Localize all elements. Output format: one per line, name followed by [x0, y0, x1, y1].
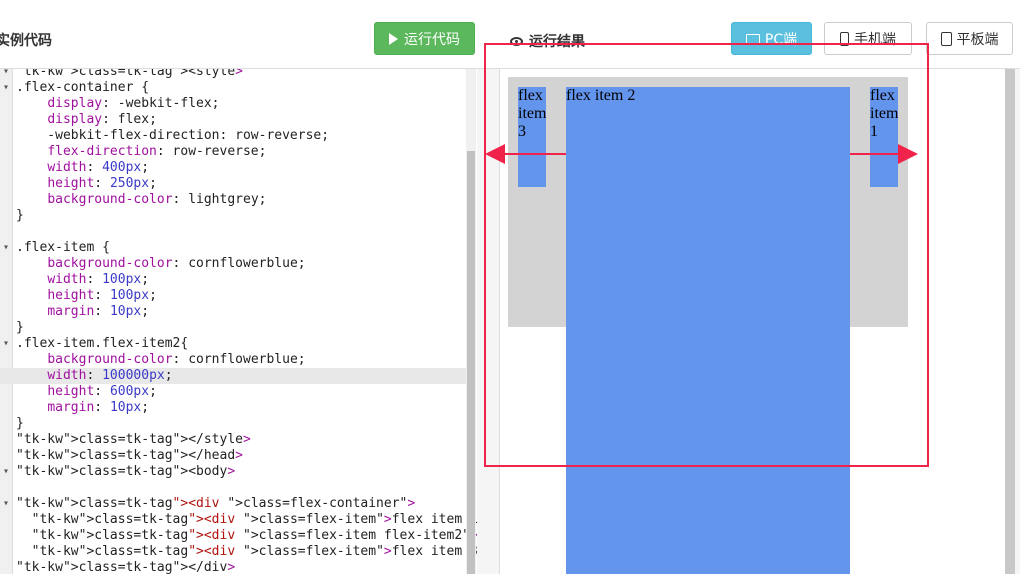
- pc-view-button[interactable]: PC端: [731, 22, 812, 55]
- code-line-text: background-color: cornflowerblue;: [47, 352, 306, 367]
- code-line[interactable]: ▾ .flex-container {: [0, 80, 466, 96]
- code-line-text: height: 100px;: [47, 288, 157, 303]
- eye-icon: [510, 36, 523, 46]
- code-line[interactable]: height: 250px;: [0, 176, 466, 192]
- code-line-text: }: [16, 320, 24, 335]
- code-line[interactable]: ▾ .flex-item {: [0, 240, 466, 256]
- flex-item-2: flex item 2: [566, 87, 850, 574]
- code-line-text: background-color: lightgrey;: [47, 192, 267, 207]
- code-line[interactable]: width: 400px;: [0, 160, 466, 176]
- code-line-text: display: -webkit-flex;: [47, 96, 220, 111]
- flex-item-3: flex item 3: [518, 87, 546, 187]
- code-line[interactable]: }: [0, 320, 466, 336]
- code-line-text: .flex-item {: [16, 240, 110, 255]
- fold-icon[interactable]: ▾: [3, 336, 9, 352]
- code-line-text: height: 600px;: [47, 384, 157, 399]
- page-title: 实例代码: [0, 33, 52, 49]
- code-editor[interactable]: ▾ "tk-kw">class=tk-tag"><style> ▾ .flex-con…: [0, 69, 478, 574]
- code-line-text: flex-direction: row-reverse;: [47, 144, 267, 159]
- phone-icon: [840, 31, 849, 46]
- code-line-text: width: 400px;: [47, 160, 150, 175]
- code-line-text: width: 100000px;: [47, 368, 173, 383]
- pc-view-label: PC端: [764, 31, 798, 48]
- code-line-text: .flex-item.flex-item2{: [16, 336, 189, 351]
- code-line[interactable]: [0, 480, 466, 496]
- code-line[interactable]: ▾ "tk-kw">class=tk-tag"><body>: [0, 464, 466, 480]
- run-code-button[interactable]: 运行代码: [374, 22, 475, 55]
- code-line[interactable]: }: [0, 208, 466, 224]
- flex-item-3-label: flex item 3: [518, 87, 547, 140]
- code-line-text: height: 250px;: [47, 176, 157, 191]
- code-line[interactable]: background-color: cornflowerblue;: [0, 256, 466, 272]
- code-line[interactable]: "tk-kw">class=tk-tag"><div ">class=flex-…: [0, 528, 477, 544]
- tablet-icon: [940, 31, 952, 46]
- code-line-text: "tk-kw">class=tk-tag"></div>: [16, 560, 236, 574]
- code-line[interactable]: "tk-kw">class=tk-tag"></style>: [0, 432, 466, 448]
- run-code-label: 运行代码: [404, 31, 460, 48]
- preview-scrollbar[interactable]: [1005, 69, 1015, 574]
- play-icon: [389, 32, 398, 45]
- fold-icon[interactable]: ▾: [3, 69, 9, 80]
- fold-icon[interactable]: ▾: [3, 496, 9, 512]
- code-line-text: "tk-kw">class=tk-tag"></style>: [16, 432, 251, 447]
- code-line-text: margin: 10px;: [47, 304, 150, 319]
- code-line-text: width: 100px;: [47, 272, 150, 287]
- code-line[interactable]: }: [0, 416, 466, 432]
- toolbar: 实例代码 运行代码 运行结果 PC端 手机端 平板端: [0, 0, 1020, 69]
- code-line[interactable]: "tk-kw">class=tk-tag"><div ">class=flex-…: [0, 512, 477, 528]
- monitor-icon: [745, 33, 760, 44]
- fold-icon[interactable]: ▾: [3, 240, 9, 256]
- code-line-text: display: flex;: [47, 112, 157, 127]
- code-line[interactable]: display: -webkit-flex;: [0, 96, 466, 112]
- code-line[interactable]: [0, 224, 466, 240]
- code-line[interactable]: height: 100px;: [0, 288, 466, 304]
- code-line[interactable]: background-color: cornflowerblue;: [0, 352, 466, 368]
- code-line[interactable]: ▾ .flex-item.flex-item2{: [0, 336, 466, 352]
- mobile-view-button[interactable]: 手机端: [824, 22, 912, 55]
- code-line[interactable]: ▾ "tk-kw">class=tk-tag"><style>: [0, 69, 466, 80]
- code-line[interactable]: background-color: lightgrey;: [0, 192, 466, 208]
- mobile-view-label: 手机端: [854, 31, 896, 48]
- code-line[interactable]: margin: 10px;: [0, 400, 466, 416]
- code-line-text: margin: 10px;: [47, 400, 150, 415]
- code-line[interactable]: ▾ "tk-kw">class=tk-tag"><div ">class=flex…: [0, 496, 466, 512]
- flex-item-1-label: flex item 1: [870, 87, 899, 140]
- result-label: 运行结果: [529, 34, 585, 50]
- fold-icon[interactable]: ▾: [3, 80, 9, 96]
- code-line-text: "tk-kw">class=tk-tag"><div ">class=flex-…: [31, 528, 477, 543]
- code-line[interactable]: "tk-kw">class=tk-tag"></head>: [0, 448, 466, 464]
- code-line-text: "tk-kw">class=tk-tag"><body>: [16, 464, 236, 479]
- editor-scrollbar-thumb[interactable]: [467, 151, 475, 574]
- code-line-text: "tk-kw">class=tk-tag"><style>: [16, 69, 243, 79]
- flex-item-2-label: flex item 2: [566, 87, 636, 104]
- code-line-text: background-color: cornflowerblue;: [47, 256, 306, 271]
- code-line[interactable]: flex-direction: row-reverse;: [0, 144, 466, 160]
- code-line-text: -webkit-flex-direction: row-reverse;: [16, 128, 330, 143]
- code-line-text: }: [16, 208, 24, 223]
- code-line-text: "tk-kw">class=tk-tag"><div ">class=flex-…: [31, 544, 478, 559]
- code-line[interactable]: -webkit-flex-direction: row-reverse;: [0, 128, 466, 144]
- code-line[interactable]: height: 600px;: [0, 384, 466, 400]
- code-line-text: "tk-kw">class=tk-tag"><div ">class=flex-…: [16, 496, 416, 511]
- code-line-text: .flex-container {: [16, 80, 150, 95]
- code-line-text: "tk-kw">class=tk-tag"></head>: [16, 448, 243, 463]
- code-line[interactable]: width: 100000px;: [0, 368, 466, 384]
- code-line-text: "tk-kw">class=tk-tag"><div ">class=flex-…: [31, 512, 478, 527]
- code-line[interactable]: "tk-kw">class=tk-tag"></div>: [0, 560, 466, 574]
- flex-item-1: flex item 1: [870, 87, 898, 187]
- code-line[interactable]: "tk-kw">class=tk-tag"><div ">class=flex-…: [0, 544, 477, 560]
- code-line[interactable]: margin: 10px;: [0, 304, 466, 320]
- tablet-view-button[interactable]: 平板端: [926, 22, 1013, 55]
- result-heading: 运行结果: [510, 31, 585, 51]
- tablet-view-label: 平板端: [956, 31, 999, 48]
- code-line[interactable]: display: flex;: [0, 112, 466, 128]
- code-line-text: }: [16, 416, 24, 431]
- fold-icon[interactable]: ▾: [3, 464, 9, 480]
- code-line[interactable]: width: 100px;: [0, 272, 466, 288]
